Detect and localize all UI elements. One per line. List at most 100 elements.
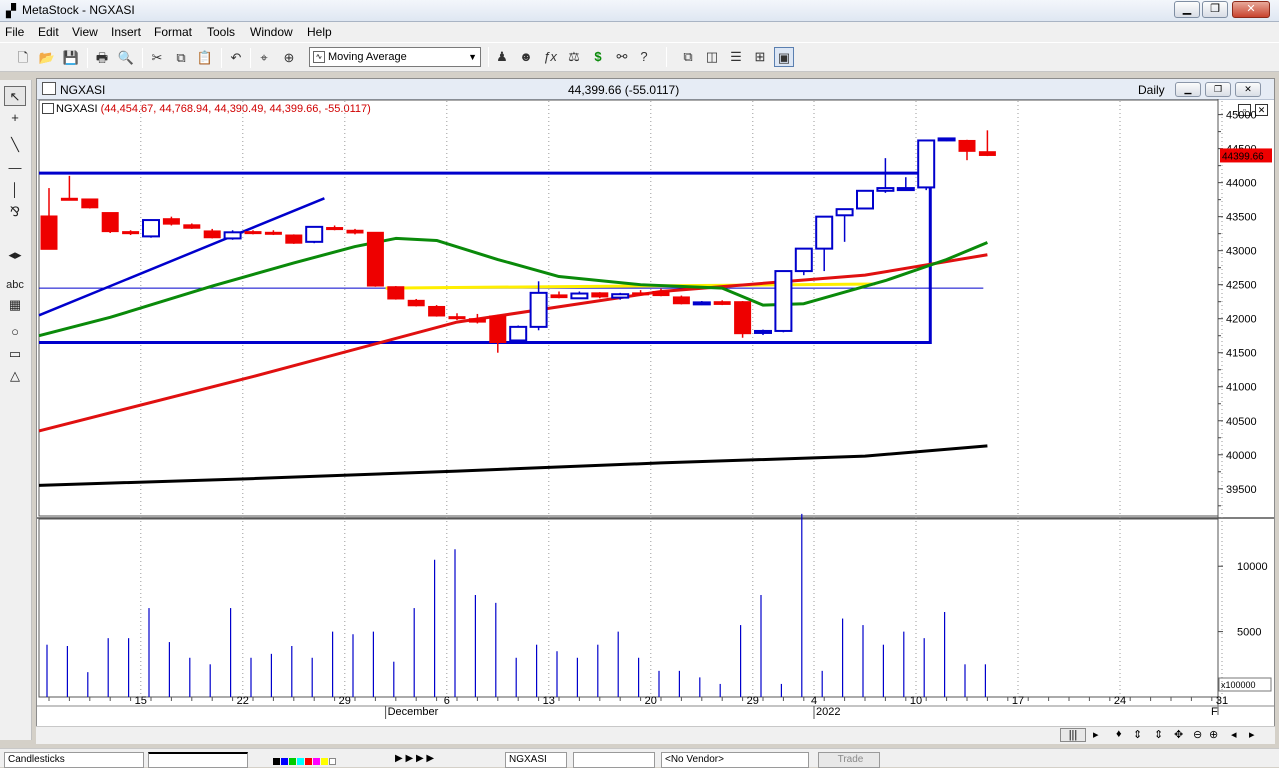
menu-window[interactable]: Window xyxy=(250,25,293,39)
candle-body xyxy=(550,294,568,299)
ellipse-tool-icon[interactable]: ○ xyxy=(4,322,26,342)
menu-tools[interactable]: Tools xyxy=(207,25,235,39)
explorer-icon[interactable]: ☻ xyxy=(516,47,536,67)
y-tick-label: 41000 xyxy=(1226,382,1257,394)
indicator-select-value: Moving Average xyxy=(328,51,407,63)
last-price-label: 44399.66 xyxy=(1222,151,1264,162)
symbol-field[interactable]: NGXASI xyxy=(505,752,567,768)
color-swatch-blue[interactable] xyxy=(281,758,288,765)
zoom-icon[interactable]: ⊕ xyxy=(279,48,299,68)
trade-button[interactable]: Trade xyxy=(818,752,880,768)
zoom-in-icon[interactable]: ⊕ xyxy=(1209,728,1218,741)
line-style-select[interactable] xyxy=(148,752,248,768)
copy-icon[interactable]: ⧉ xyxy=(171,48,191,68)
color-swatch-green[interactable] xyxy=(289,758,296,765)
chart-window-title-bar: NGXASI 44,399.66 (-55.0117) Daily ▁ ❐ ✕ xyxy=(37,79,1274,100)
y-tick-label: 39500 xyxy=(1226,484,1257,496)
candle-body xyxy=(876,187,895,192)
binoculars-icon[interactable]: ⚯ xyxy=(612,47,632,67)
color-swatch-yellow[interactable] xyxy=(321,758,328,765)
undo-icon[interactable]: ↶ xyxy=(226,48,246,68)
candle-body xyxy=(529,291,548,328)
scroll-right-end-icon[interactable]: ▸ xyxy=(1249,728,1255,741)
zoom-out-icon[interactable]: ⊖ xyxy=(1193,728,1202,741)
candle-body xyxy=(142,219,160,238)
open-folder-icon[interactable]: 📂 xyxy=(37,48,57,68)
y-tick-label: 45000 xyxy=(1226,110,1257,122)
candle-body xyxy=(122,231,140,235)
cycle-lines-icon[interactable]: ◂▸ xyxy=(4,245,26,265)
candle-body xyxy=(468,318,486,323)
menu-help[interactable]: Help xyxy=(307,25,332,39)
menu-insert[interactable]: Insert xyxy=(111,25,141,39)
tile-vertical-icon[interactable]: ◫ xyxy=(702,47,722,67)
candle-body xyxy=(509,325,528,342)
print-preview-icon[interactable]: 🔍 xyxy=(116,48,136,68)
pointer-icon[interactable]: ↖ xyxy=(4,86,26,106)
tile-horizontal-icon[interactable]: ☰ xyxy=(726,47,746,67)
color-swatch-cyan[interactable] xyxy=(297,758,304,765)
y-tick-label: 41500 xyxy=(1226,348,1257,360)
scroll-reset-icon[interactable]: ♦ xyxy=(1116,728,1122,740)
menu-file[interactable]: File xyxy=(5,25,24,39)
triangle-tool-icon[interactable]: △ xyxy=(4,366,26,386)
chart-style-select[interactable]: Candlesticks xyxy=(4,752,144,768)
chart-restore-button[interactable]: ❐ xyxy=(1205,82,1231,97)
rectangle-tool-icon[interactable]: ▭ xyxy=(4,344,26,364)
print-icon[interactable]: 🖶 xyxy=(92,48,112,68)
save-icon[interactable]: 💾 xyxy=(61,48,81,68)
minimize-button[interactable]: ▁ xyxy=(1174,1,1200,18)
crosshair-icon[interactable]: ⌖ xyxy=(254,48,274,68)
candle-body xyxy=(387,286,405,300)
layout-icon[interactable]: ▣ xyxy=(774,47,794,67)
system-tester-icon[interactable]: ⚖ xyxy=(564,47,584,67)
menu-format[interactable]: Format xyxy=(154,25,192,39)
cascade-icon[interactable]: ⧉ xyxy=(678,47,698,67)
scroll-pan-icon[interactable]: ✥ xyxy=(1174,728,1183,741)
color-swatch-white[interactable] xyxy=(329,758,336,765)
cut-icon[interactable]: ✂ xyxy=(147,48,167,68)
trendline-tool-icon[interactable]: ╲ xyxy=(4,135,26,155)
help-cursor-icon[interactable]: ? xyxy=(634,47,654,67)
menu-edit[interactable]: Edit xyxy=(38,25,59,39)
vendor-field[interactable]: <No Vendor> xyxy=(661,752,809,768)
chart-window[interactable]: NGXASI 44,399.66 (-55.0117) Daily ▁ ❐ ✕ … xyxy=(36,78,1275,744)
candle-body xyxy=(60,197,78,201)
candle-body xyxy=(611,293,630,299)
grid-tool-icon[interactable]: ▦ xyxy=(4,295,26,315)
tool-icons[interactable]: ▶ ▶ ▶ ▶ xyxy=(395,753,434,764)
expert-advisor-icon[interactable]: ♟ xyxy=(492,47,512,67)
color-swatch-red[interactable] xyxy=(305,758,312,765)
scroll-left-end-icon[interactable]: ◂ xyxy=(1231,728,1237,741)
chart-scroll-bar[interactable]: ||| ▸ ♦ ⇕ ⇕ ✥ ⊖ ⊕ ◂ ▸ xyxy=(36,726,1275,744)
security-field[interactable] xyxy=(573,752,655,768)
chart-minimize-button[interactable]: ▁ xyxy=(1175,82,1201,97)
formula-icon[interactable]: ƒx xyxy=(540,47,560,67)
close-button[interactable]: ✕ xyxy=(1232,1,1270,18)
candle-body xyxy=(835,208,854,217)
price-volume-chart[interactable]: 15 22 29 6 13 20 29 4 10 17 24 31December 2022 F39500… xyxy=(37,99,1274,745)
dollar-icon[interactable]: $ xyxy=(588,47,608,67)
horizontal-line-icon[interactable]: — xyxy=(4,158,26,178)
crosshair-tool-icon[interactable]: + xyxy=(4,108,26,128)
menu-view[interactable]: View xyxy=(72,25,98,39)
indicator-select[interactable]: ∿ Moving Average ▼ xyxy=(309,47,481,67)
scroll-right-icon[interactable]: ▸ xyxy=(1093,728,1099,741)
scroll-fit-icon[interactable]: ⇕ xyxy=(1133,728,1142,741)
text-tool-icon[interactable]: abc xyxy=(4,275,26,295)
candle-body xyxy=(183,224,201,229)
vertical-line-icon[interactable]: │ xyxy=(4,180,26,200)
fibonacci-icon[interactable]: ⅋ xyxy=(4,202,26,222)
scroll-vertical-icon[interactable]: ⇕ xyxy=(1154,728,1163,741)
new-file-icon[interactable]: 🗋 xyxy=(13,48,33,68)
y-tick-label: 40000 xyxy=(1226,450,1257,462)
paste-icon[interactable]: 📋 xyxy=(195,48,215,68)
maximize-button[interactable]: ❐ xyxy=(1202,1,1228,18)
chart-close-button[interactable]: ✕ xyxy=(1235,82,1261,97)
color-swatch-magenta[interactable] xyxy=(313,758,320,765)
title-bar: ▞ MetaStock - NGXASI ▁ ❐ ✕ xyxy=(0,0,1279,22)
tile-grid-icon[interactable]: ⊞ xyxy=(750,47,770,67)
color-swatch-black[interactable] xyxy=(273,758,280,765)
volume-multiplier-label: x100000 xyxy=(1221,680,1256,690)
scroll-thumb[interactable]: ||| xyxy=(1060,728,1086,742)
